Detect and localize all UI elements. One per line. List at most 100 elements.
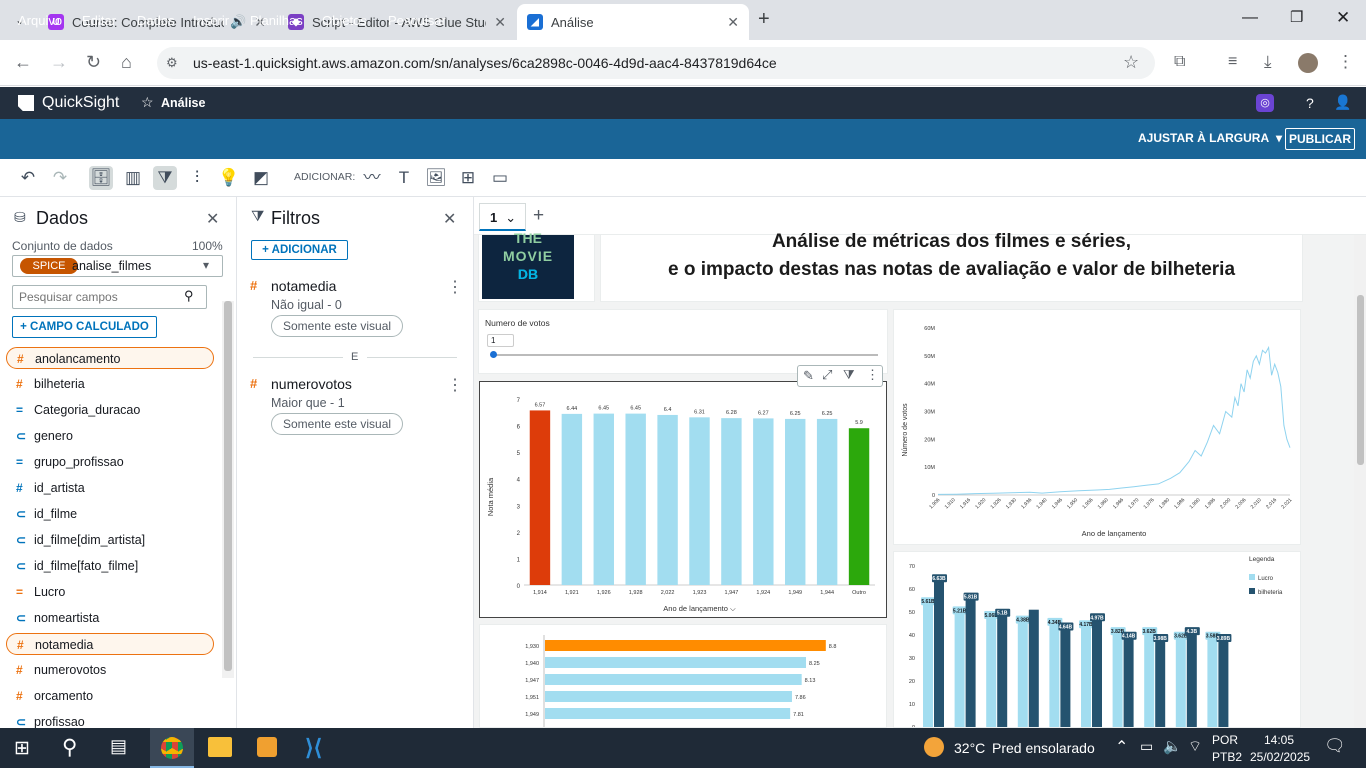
site-info-icon[interactable]: ⚙: [166, 55, 178, 71]
filter-icon[interactable]: ⧩: [153, 166, 177, 190]
analysis-name[interactable]: Análise: [161, 96, 205, 110]
slider-track[interactable]: [493, 354, 878, 356]
wifi-icon[interactable]: ⌔: [1188, 737, 1202, 756]
task-view-icon[interactable]: ▤: [110, 736, 127, 757]
add-visual-icon[interactable]: 〰: [360, 166, 384, 190]
field-item[interactable]: ⊂ id_filme[dim_artista]: [6, 529, 214, 551]
browser-tab-analise[interactable]: ◢ Análise ✕: [517, 4, 749, 40]
tray-chevron-icon[interactable]: ⌃: [1115, 737, 1128, 757]
menu-inserir[interactable]: Inserir: [193, 13, 229, 28]
field-search-input[interactable]: [19, 287, 179, 307]
search-icon[interactable]: ⚲: [184, 288, 194, 304]
reload-icon[interactable]: ↻: [86, 52, 101, 73]
title-card[interactable]: Análise de métricas dos filmes e séries,…: [600, 231, 1303, 302]
menu-arquivo[interactable]: Arquivo: [18, 13, 62, 28]
logo-card[interactable]: THE MOVIE DB: [478, 230, 595, 302]
profit-boxoffice-chart[interactable]: 0102030405060705.61B6.63B5.21B5.81B5.06B…: [893, 551, 1301, 728]
close-panel-icon[interactable]: ✕: [206, 209, 219, 229]
download-icon[interactable]: ⤓: [1264, 52, 1272, 72]
close-panel-icon[interactable]: ✕: [443, 209, 456, 229]
minimize-icon[interactable]: —: [1242, 9, 1258, 27]
field-item[interactable]: # id_artista: [6, 477, 214, 499]
bookmark-star-icon[interactable]: ☆: [1123, 52, 1139, 73]
scroll-thumb[interactable]: [1357, 295, 1364, 465]
dataset-select[interactable]: SPICE analise_filmes ▾: [12, 255, 223, 277]
data-panel-icon[interactable]: 🗄: [89, 166, 113, 190]
publish-button[interactable]: PUBLICAR: [1285, 128, 1355, 150]
parameters-icon[interactable]: ⫶: [185, 166, 209, 190]
add-text-icon[interactable]: T: [392, 166, 416, 190]
keyboard-lang[interactable]: POR: [1212, 733, 1238, 747]
expand-icon[interactable]: ⤢: [822, 367, 832, 383]
add-sheet-icon[interactable]: +: [533, 205, 544, 227]
keyboard-layout[interactable]: PTB2: [1212, 750, 1242, 764]
fit-width-dropdown[interactable]: AJUSTAR À LARGURA ▾: [1138, 131, 1282, 145]
media-control-icon[interactable]: ≡: [1228, 53, 1237, 71]
filter-scope-pill[interactable]: Somente este visual: [271, 315, 403, 337]
filter-menu-icon[interactable]: ⋮: [447, 375, 463, 395]
redo-icon[interactable]: ↷: [48, 166, 72, 190]
browser-menu-icon[interactable]: ⋮: [1337, 52, 1354, 72]
extensions-icon[interactable]: ⧉: [1174, 53, 1185, 71]
volume-icon[interactable]: 🔈: [1163, 737, 1182, 755]
canvas-scrollbar[interactable]: [1354, 235, 1366, 728]
media-player-icon[interactable]: [257, 737, 277, 757]
sheet-tab[interactable]: 1 ⌄: [479, 203, 526, 231]
field-item[interactable]: # anolancamento: [6, 347, 214, 369]
user-icon[interactable]: 👤: [1334, 94, 1351, 111]
add-insight-icon[interactable]: ⊞: [456, 166, 480, 190]
notification-icon[interactable]: 🗨: [1324, 736, 1346, 756]
new-tab-icon[interactable]: +: [758, 8, 770, 31]
field-item[interactable]: ⊂ profissao: [6, 711, 214, 728]
visuals-icon[interactable]: ▥: [121, 166, 145, 190]
vscode-icon[interactable]: ⟩⟨: [305, 735, 322, 761]
add-image-icon[interactable]: 🖼: [424, 166, 448, 190]
close-window-icon[interactable]: ✕: [1336, 8, 1350, 28]
add-filter-button[interactable]: + ADICIONAR: [251, 240, 348, 260]
q-assistant-icon[interactable]: ◎: [1256, 94, 1274, 112]
scroll-thumb[interactable]: [224, 301, 232, 671]
avg-rating-bar-chart[interactable]: 0 1 2 3 4 5 6 7 6.57 1,914 6.44 1,921 6.45 1,926 6.45 1…: [479, 381, 887, 618]
filter-menu-icon[interactable]: ⋮: [447, 277, 463, 297]
chrome-taskbar-icon[interactable]: [150, 728, 194, 768]
weather-desc[interactable]: Pred ensolarado: [992, 740, 1095, 756]
calculated-field-button[interactable]: + CAMPO CALCULADO: [12, 316, 157, 338]
votes-line-chart[interactable]: 0 10M 20M 30M 40M 50M 60M 1,906 1,910 1,916 1,920 1…: [893, 309, 1301, 545]
search-icon[interactable]: ⚲: [62, 735, 77, 760]
field-item[interactable]: = Categoria_duracao: [6, 399, 214, 421]
clock-date[interactable]: 25/02/2025: [1250, 750, 1310, 764]
help-icon[interactable]: ?: [1306, 95, 1314, 111]
filter-field-notamedia[interactable]: notamedia: [271, 278, 336, 294]
add-control-icon[interactable]: ▭: [488, 166, 512, 190]
field-item[interactable]: = grupo_profissao: [6, 451, 214, 473]
field-item[interactable]: = Lucro: [6, 581, 214, 603]
field-list-scrollbar[interactable]: [222, 301, 234, 678]
field-item[interactable]: ⊂ id_filme[fato_filme]: [6, 555, 214, 577]
field-item[interactable]: # bilheteria: [6, 373, 214, 395]
undo-icon[interactable]: ↶: [16, 166, 40, 190]
profile-avatar[interactable]: [1298, 53, 1318, 73]
slider-value-box[interactable]: 1: [487, 334, 514, 347]
filter-scope-pill[interactable]: Somente este visual: [271, 413, 403, 435]
field-item[interactable]: ⊂ nomeartista: [6, 607, 214, 629]
favorite-star-icon[interactable]: ☆: [141, 94, 154, 111]
menu-objetos[interactable]: Objetos: [322, 13, 367, 28]
filter-icon[interactable]: ⧩: [843, 367, 855, 383]
field-item[interactable]: # orcamento: [6, 685, 214, 707]
themes-icon[interactable]: ◩: [249, 166, 273, 190]
clock-time[interactable]: 14:05: [1264, 733, 1294, 747]
field-item[interactable]: ⊂ id_filme: [6, 503, 214, 525]
forward-icon[interactable]: →: [50, 52, 68, 73]
more-options-icon[interactable]: ⋮: [866, 367, 879, 383]
windows-start-icon[interactable]: ⊞: [14, 737, 30, 760]
field-item[interactable]: # numerovotos: [6, 659, 214, 681]
url-input[interactable]: us-east-1.quicksight.aws.amazon.com/sn/a…: [157, 47, 1155, 79]
home-icon[interactable]: ⌂: [121, 52, 132, 73]
restore-icon[interactable]: ❐: [1290, 8, 1303, 26]
field-search[interactable]: ⚲: [12, 285, 207, 309]
insights-icon[interactable]: 💡: [217, 166, 241, 190]
back-icon[interactable]: ←: [14, 52, 32, 73]
field-item[interactable]: # notamedia: [6, 633, 214, 655]
filter-field-numerovotos[interactable]: numerovotos: [271, 376, 352, 392]
horizontal-bar-chart[interactable]: 1,930 8.8 1,940 8.25 1,947 8.13 1,951 7.86 1,949…: [479, 624, 887, 728]
